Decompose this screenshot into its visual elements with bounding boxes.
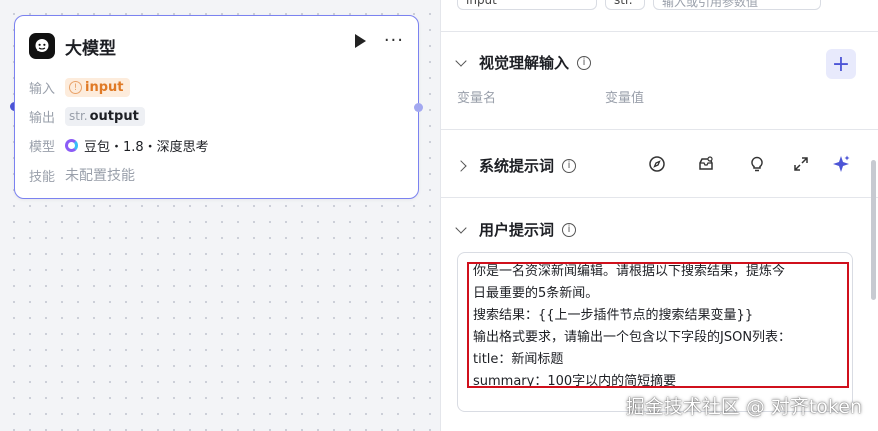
variable-value-column: 变量值 [605, 91, 645, 106]
expand-icon[interactable] [791, 154, 811, 174]
node-title: 大模型 [65, 38, 116, 59]
model-label: 模型 [29, 140, 56, 155]
chevron-right-icon [455, 159, 467, 172]
output-value: output [89, 109, 139, 124]
visual-input-title: 视觉理解输入 [479, 54, 570, 72]
chevron-down-icon [455, 54, 467, 67]
output-label: 输出 [29, 111, 56, 126]
input-tag[interactable]: ! input [65, 78, 130, 97]
node-input-row: 输入 ! input [29, 78, 130, 97]
watermark: 掘金技术社区 @ 对齐token [625, 396, 862, 418]
model-value: 豆包・1.8・深度思考 [84, 140, 209, 155]
llm-node-card[interactable]: 大模型 ··· 输入 ! input 输出 str. output 模型 豆包・1… [14, 15, 419, 199]
output-tag[interactable]: str. output [65, 107, 145, 126]
system-prompt-title: 系统提示词 [479, 157, 555, 175]
node-output-row: 输出 str. output [29, 107, 145, 126]
divider [441, 31, 878, 32]
add-variable-button[interactable]: + [826, 49, 856, 79]
input-label: 输入 [29, 82, 56, 97]
llm-node-icon [29, 33, 55, 59]
system-prompt-section-header[interactable]: 系统提示词 i [455, 155, 577, 176]
param-value-input[interactable]: 输入或引用参数值 [653, 0, 821, 10]
info-icon[interactable]: i [562, 158, 577, 173]
divider [441, 197, 878, 198]
node-actions: ··· [354, 32, 404, 50]
prompt-library-icon[interactable] [696, 154, 716, 174]
param-name-input[interactable]: input [457, 0, 597, 10]
info-icon[interactable]: i [562, 222, 577, 237]
user-prompt-title: 用户提示词 [479, 221, 555, 239]
divider [441, 129, 878, 130]
variable-name-column: 变量名 [457, 91, 497, 106]
workflow-canvas[interactable]: 大模型 ··· 输入 ! input 输出 str. output 模型 豆包・1… [0, 0, 440, 431]
input-param-row: input str. 输入或引用参数值 [457, 0, 821, 10]
param-type-select[interactable]: str. [605, 0, 645, 10]
info-icon[interactable]: i [577, 55, 592, 70]
node-skill-row: 技能 未配置技能 [29, 165, 135, 185]
visual-input-section-header[interactable]: 视觉理解输入 i [455, 52, 592, 73]
highlight-annotation-box [467, 262, 849, 388]
panel-scrollbar[interactable] [871, 160, 876, 300]
run-node-icon[interactable] [354, 34, 366, 48]
node-output-port[interactable] [414, 103, 423, 112]
output-type: str. [69, 109, 88, 123]
doubao-model-icon [65, 139, 78, 152]
user-prompt-section-header[interactable]: 用户提示词 i [455, 219, 577, 240]
input-value: input [85, 80, 124, 95]
node-header: 大模型 [29, 33, 116, 59]
more-options-icon[interactable]: ··· [384, 32, 404, 50]
skill-label: 技能 [29, 169, 56, 185]
warning-icon: ! [69, 81, 82, 94]
chevron-down-icon [455, 221, 467, 234]
ai-sparkle-icon[interactable] [831, 154, 851, 174]
lightbulb-icon[interactable] [747, 154, 767, 174]
node-model-row: 模型 豆包・1.8・深度思考 [29, 136, 209, 155]
compass-icon[interactable] [647, 154, 667, 174]
skill-value: 未配置技能 [65, 168, 135, 184]
